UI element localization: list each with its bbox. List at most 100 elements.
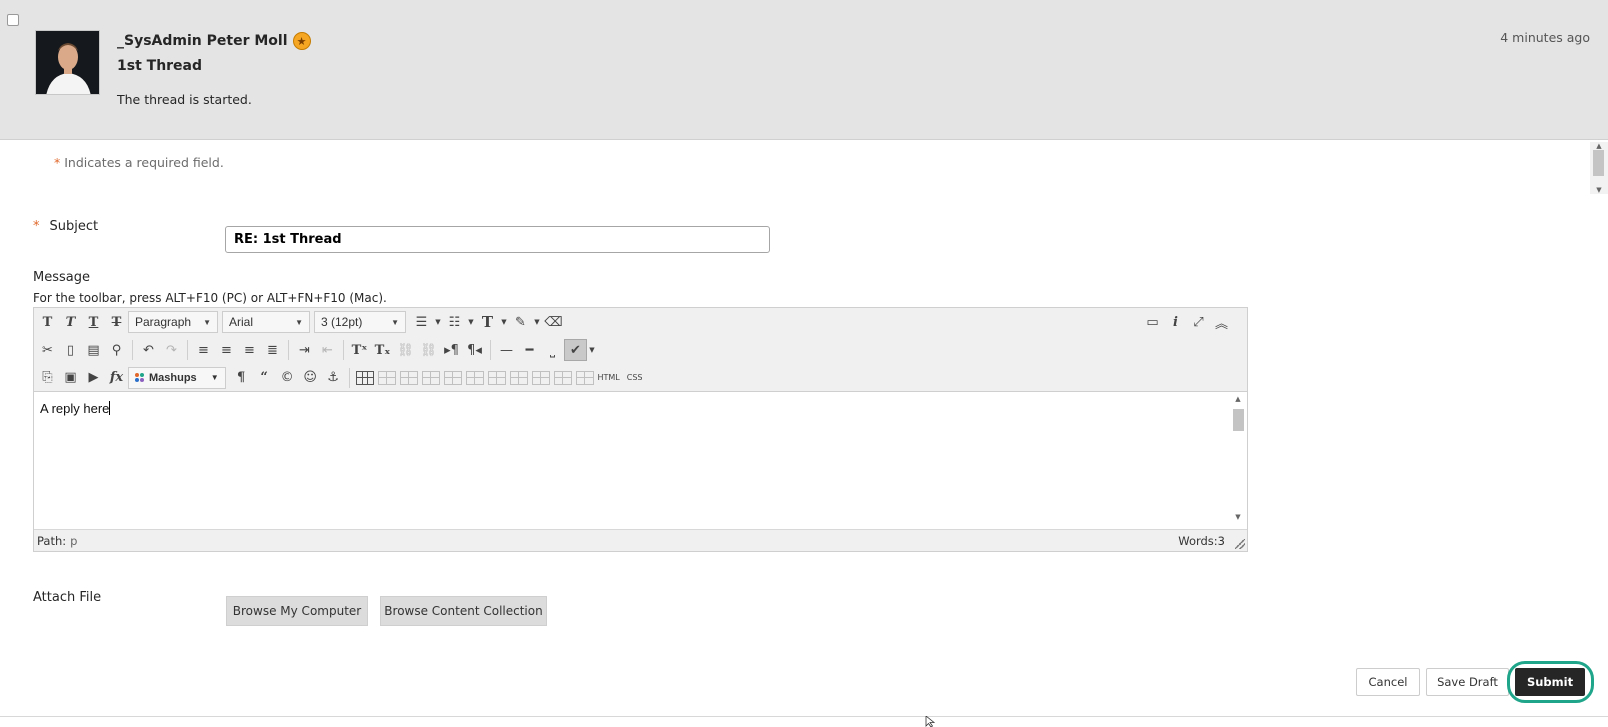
unlink-icon[interactable]: ⛓: [417, 339, 440, 361]
bold-icon[interactable]: T: [36, 311, 59, 333]
media-icon[interactable]: ▶: [82, 367, 105, 389]
html-icon[interactable]: HTML: [596, 367, 622, 389]
table-cell-props-icon[interactable]: [553, 370, 572, 385]
rtl-icon[interactable]: ¶◂: [463, 339, 486, 361]
table-delete-row-icon[interactable]: [421, 370, 440, 385]
numbered-list-icon[interactable]: ☷: [443, 311, 466, 333]
submit-button[interactable]: Submit: [1515, 668, 1585, 696]
horizontal-line-icon[interactable]: —: [495, 339, 518, 361]
subscript-icon[interactable]: Tₓ: [371, 339, 394, 361]
toolbar-divider: [132, 340, 133, 360]
cut-icon[interactable]: ✂: [36, 339, 59, 361]
indent-icon[interactable]: ⇥: [293, 339, 316, 361]
underline-icon[interactable]: T: [82, 311, 105, 333]
select-post-checkbox[interactable]: [7, 14, 19, 26]
link-icon[interactable]: ⛓: [394, 339, 417, 361]
required-star: *: [33, 219, 40, 234]
preview-icon[interactable]: ▭: [1141, 311, 1164, 333]
chevron-down-icon: ▼: [391, 317, 399, 327]
nonbreaking-space-icon[interactable]: ⎵: [541, 339, 564, 361]
size-select[interactable]: 3 (12pt) ▼: [314, 311, 406, 333]
mashups-select[interactable]: Mashups ▼: [128, 366, 226, 389]
table-col-before-icon[interactable]: [443, 370, 462, 385]
save-draft-button[interactable]: Save Draft: [1426, 668, 1509, 696]
justify-icon[interactable]: ≣: [261, 339, 284, 361]
format-select[interactable]: Paragraph ▼: [128, 311, 218, 333]
find-icon[interactable]: ⚲: [105, 339, 128, 361]
resize-grip-icon[interactable]: [1235, 539, 1245, 549]
image-icon[interactable]: ▣: [59, 367, 82, 389]
collapse-toolbar-icon[interactable]: ︽: [1210, 311, 1233, 333]
css-icon[interactable]: CSS: [622, 367, 648, 389]
italic-icon[interactable]: T: [59, 311, 82, 333]
fullscreen-icon[interactable]: ⤢: [1187, 311, 1210, 333]
ltr-icon[interactable]: ▸¶: [440, 339, 463, 361]
spellcheck-dropdown-icon[interactable]: ▼: [587, 339, 597, 361]
redo-icon[interactable]: ↷: [160, 339, 183, 361]
attach-file-label: Attach File: [33, 590, 102, 605]
page-scrollbar[interactable]: ▲ ▼: [1590, 142, 1608, 194]
table-delete-col-icon[interactable]: [487, 370, 506, 385]
math-formula-icon[interactable]: fx: [105, 367, 128, 389]
scroll-down-arrow-icon[interactable]: ▼: [1590, 186, 1608, 194]
toolbar-divider: [187, 340, 188, 360]
format-select-value: Paragraph: [135, 315, 192, 329]
bullet-list-dropdown-icon[interactable]: ▼: [433, 311, 443, 333]
emoticon-icon[interactable]: ☺: [299, 367, 322, 389]
copyright-icon[interactable]: ©: [276, 367, 299, 389]
strikethrough-icon[interactable]: T: [105, 311, 128, 333]
editor-content-area[interactable]: A reply here: [34, 393, 1247, 523]
scroll-up-arrow-icon[interactable]: ▲: [1231, 395, 1245, 403]
subject-label: * Subject: [33, 219, 98, 234]
cancel-button[interactable]: Cancel: [1356, 668, 1420, 696]
post-body: The thread is started.: [117, 92, 252, 107]
align-right-icon[interactable]: ≡: [238, 339, 261, 361]
spellcheck-icon[interactable]: ✔: [564, 339, 587, 361]
subject-label-text: Subject: [49, 219, 99, 234]
table-merge-icon[interactable]: [509, 370, 528, 385]
numbered-list-dropdown-icon[interactable]: ▼: [466, 311, 476, 333]
path-value[interactable]: p: [70, 534, 77, 548]
table-row-before-icon[interactable]: [377, 370, 396, 385]
insert-table-icon[interactable]: [355, 370, 374, 385]
outdent-icon[interactable]: ⇤: [316, 339, 339, 361]
paste-icon[interactable]: ▤: [82, 339, 105, 361]
info-icon[interactable]: i: [1164, 311, 1187, 333]
anchor-icon[interactable]: ⚓: [322, 367, 345, 389]
highlight-dropdown-icon[interactable]: ▼: [532, 311, 542, 333]
browse-content-collection-button[interactable]: Browse Content Collection: [380, 596, 547, 626]
copy-icon[interactable]: ▯: [59, 339, 82, 361]
attachment-icon[interactable]: ⎘: [36, 367, 59, 389]
post-author[interactable]: _SysAdmin Peter Moll: [117, 33, 288, 49]
toolbar-divider: [288, 340, 289, 360]
toolbar-divider: [490, 340, 491, 360]
eraser-icon[interactable]: ⌫: [542, 311, 565, 333]
table-delete-icon[interactable]: [575, 370, 594, 385]
browse-my-computer-button[interactable]: Browse My Computer: [226, 596, 368, 626]
table-row-after-icon[interactable]: [399, 370, 418, 385]
table-split-icon[interactable]: [531, 370, 550, 385]
scroll-down-arrow-icon[interactable]: ▼: [1231, 513, 1245, 521]
thick-line-icon[interactable]: ━: [518, 339, 541, 361]
align-left-icon[interactable]: ≡: [192, 339, 215, 361]
undo-icon[interactable]: ↶: [137, 339, 160, 361]
scroll-thumb[interactable]: [1233, 409, 1244, 431]
text-style-icon[interactable]: T: [476, 311, 499, 333]
editor-scrollbar[interactable]: ▲ ▼: [1231, 395, 1245, 521]
scroll-up-arrow-icon[interactable]: ▲: [1590, 142, 1608, 150]
align-center-icon[interactable]: ≡: [215, 339, 238, 361]
superscript-icon[interactable]: Tˣ: [348, 339, 371, 361]
scroll-thumb[interactable]: [1593, 150, 1604, 176]
bullet-list-icon[interactable]: ☰: [410, 311, 433, 333]
required-star: *: [54, 155, 61, 170]
highlight-pen-icon[interactable]: ✎: [509, 311, 532, 333]
font-select[interactable]: Arial ▼: [222, 311, 310, 333]
text-style-dropdown-icon[interactable]: ▼: [499, 311, 509, 333]
paragraph-mark-icon[interactable]: ¶: [230, 367, 253, 389]
text-cursor: [109, 401, 111, 415]
table-col-after-icon[interactable]: [465, 370, 484, 385]
subject-input[interactable]: [225, 226, 770, 253]
editor-statusbar: Path: p Words:3: [34, 529, 1247, 551]
blockquote-icon[interactable]: “: [253, 367, 276, 389]
editor-content-text: A reply here: [40, 401, 110, 416]
